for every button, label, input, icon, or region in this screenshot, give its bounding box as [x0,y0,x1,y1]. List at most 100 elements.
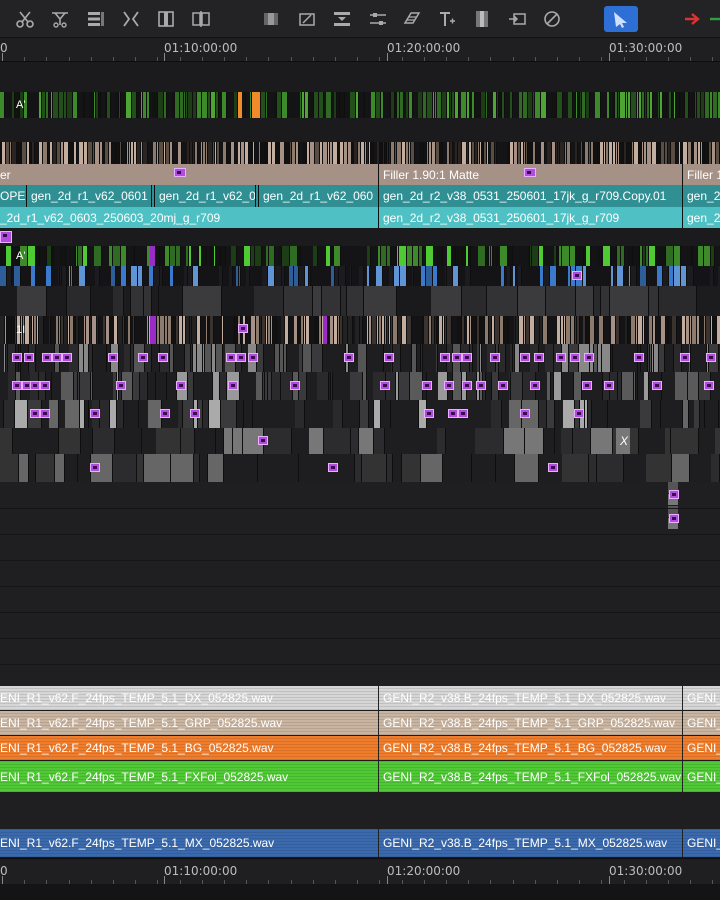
clip-segment[interactable] [607,92,610,118]
clip-segment[interactable] [238,92,242,118]
filler-track[interactable]: er Filler 1.90:1 Matte Filler 1. [0,164,720,185]
clip-segment[interactable] [541,92,547,118]
clip-segment[interactable] [666,246,674,266]
clip-segment[interactable] [123,316,125,344]
marker-icon[interactable] [24,353,34,362]
clip-segment[interactable] [111,266,116,286]
clip-segment[interactable] [284,454,299,482]
clip-segment[interactable] [652,400,661,428]
clip-segment[interactable] [649,286,659,316]
clip-segment[interactable] [323,316,327,344]
clip-segment[interactable] [309,428,324,454]
clip-segment[interactable] [462,286,487,316]
clip-segment[interactable] [284,344,287,372]
marker-icon[interactable] [634,353,644,362]
clip-segment[interactable] [95,266,100,286]
clip-segment[interactable] [60,246,66,266]
clip-segment[interactable] [210,316,214,344]
clip-segment[interactable] [317,372,329,400]
marker-icon[interactable] [530,381,540,390]
clip-segment[interactable] [170,266,174,286]
clip-segment[interactable] [120,142,122,164]
clip-segment[interactable] [364,286,397,316]
clip-segment[interactable] [518,266,522,286]
marker-icon[interactable] [30,409,40,418]
clip-segment[interactable] [594,372,603,400]
clip-segment[interactable] [467,92,470,118]
clip-segment[interactable] [367,246,371,266]
audio-clip[interactable]: GENI_ [683,686,720,710]
clip-segment[interactable] [14,266,21,286]
marker-icon[interactable] [458,409,468,418]
clip-segment[interactable] [591,428,613,454]
marker-icon[interactable] [669,490,679,499]
clip-segment[interactable] [49,316,51,344]
marker-icon[interactable] [160,409,170,418]
clip-segment[interactable] [257,344,264,372]
clip-segment[interactable] [674,246,681,266]
clip-segment[interactable] [705,400,719,428]
marker-icon[interactable] [384,353,394,362]
clip-segment[interactable] [246,266,250,286]
clip-segment[interactable] [181,428,195,454]
clip-segment[interactable] [299,372,307,400]
clip-segment[interactable] [586,92,590,118]
clip-segment[interactable] [171,454,194,482]
list-icon[interactable] [83,6,109,32]
clip-segment[interactable] [254,286,284,316]
marker-icon[interactable] [574,409,584,418]
clip-segment[interactable] [617,266,624,286]
clip-segment[interactable] [674,266,681,286]
clip-segment[interactable] [350,266,352,286]
clip-segment[interactable] [504,316,509,344]
clip-segment[interactable] [133,316,135,344]
clip-segment[interactable] [217,142,220,164]
clip-segment[interactable] [532,246,539,266]
clip-segment[interactable] [222,92,227,118]
column-icon[interactable] [153,6,179,32]
title-icon[interactable] [434,6,460,32]
clip-segment[interactable] [148,372,156,400]
clip-segment[interactable] [547,400,555,428]
clip-segment[interactable] [577,316,580,344]
clip-segment[interactable] [665,344,674,372]
clip-segment[interactable] [496,454,515,482]
clip-segment[interactable] [131,286,144,316]
clip-segment[interactable] [610,286,649,316]
clip-segment[interactable] [216,428,224,454]
clip-segment[interactable] [61,372,74,400]
marker-icon[interactable] [226,353,236,362]
clip-segment[interactable] [319,92,324,118]
clip-segment[interactable] [205,344,212,372]
marker-icon[interactable] [440,353,450,362]
clip-segment[interactable] [350,372,363,400]
clip-segment[interactable] [495,142,497,164]
clip-segment[interactable] [671,428,699,454]
clip-segment[interactable] [113,454,137,482]
clip-segment[interactable] [65,400,80,428]
clip-segment[interactable] [646,454,672,482]
marker-icon[interactable] [424,409,434,418]
clip-segment[interactable] [672,454,690,482]
clip-segment[interactable] [358,344,367,372]
marker-icon[interactable] [258,436,268,445]
clip-segment[interactable] [351,428,359,454]
clip[interactable]: _2d_r1_v62_0603_250603_20mj_g_r709 [0,207,378,228]
video-track-markers-3[interactable] [0,400,720,428]
video-track-tan[interactable] [0,142,720,164]
clip-segment[interactable] [633,246,640,266]
clip-segment[interactable] [29,454,36,482]
clip-segment[interactable] [170,142,173,164]
marker-icon[interactable] [176,381,186,390]
clip-segment[interactable] [82,92,85,118]
clip-segment[interactable] [189,246,192,266]
clip-segment[interactable] [491,400,502,428]
clip-segment[interactable] [567,142,571,164]
video-track-markers-5[interactable] [0,454,720,482]
clip-segment[interactable] [222,316,224,344]
clip-segment[interactable] [399,246,407,266]
audio-clip[interactable]: GENI_R2_v38.B_24fps_TEMP_5.1_BG_052825.w… [379,736,682,760]
clip-segment[interactable] [374,400,381,428]
clip-segment[interactable] [240,454,258,482]
clip-segment[interactable] [594,286,601,316]
